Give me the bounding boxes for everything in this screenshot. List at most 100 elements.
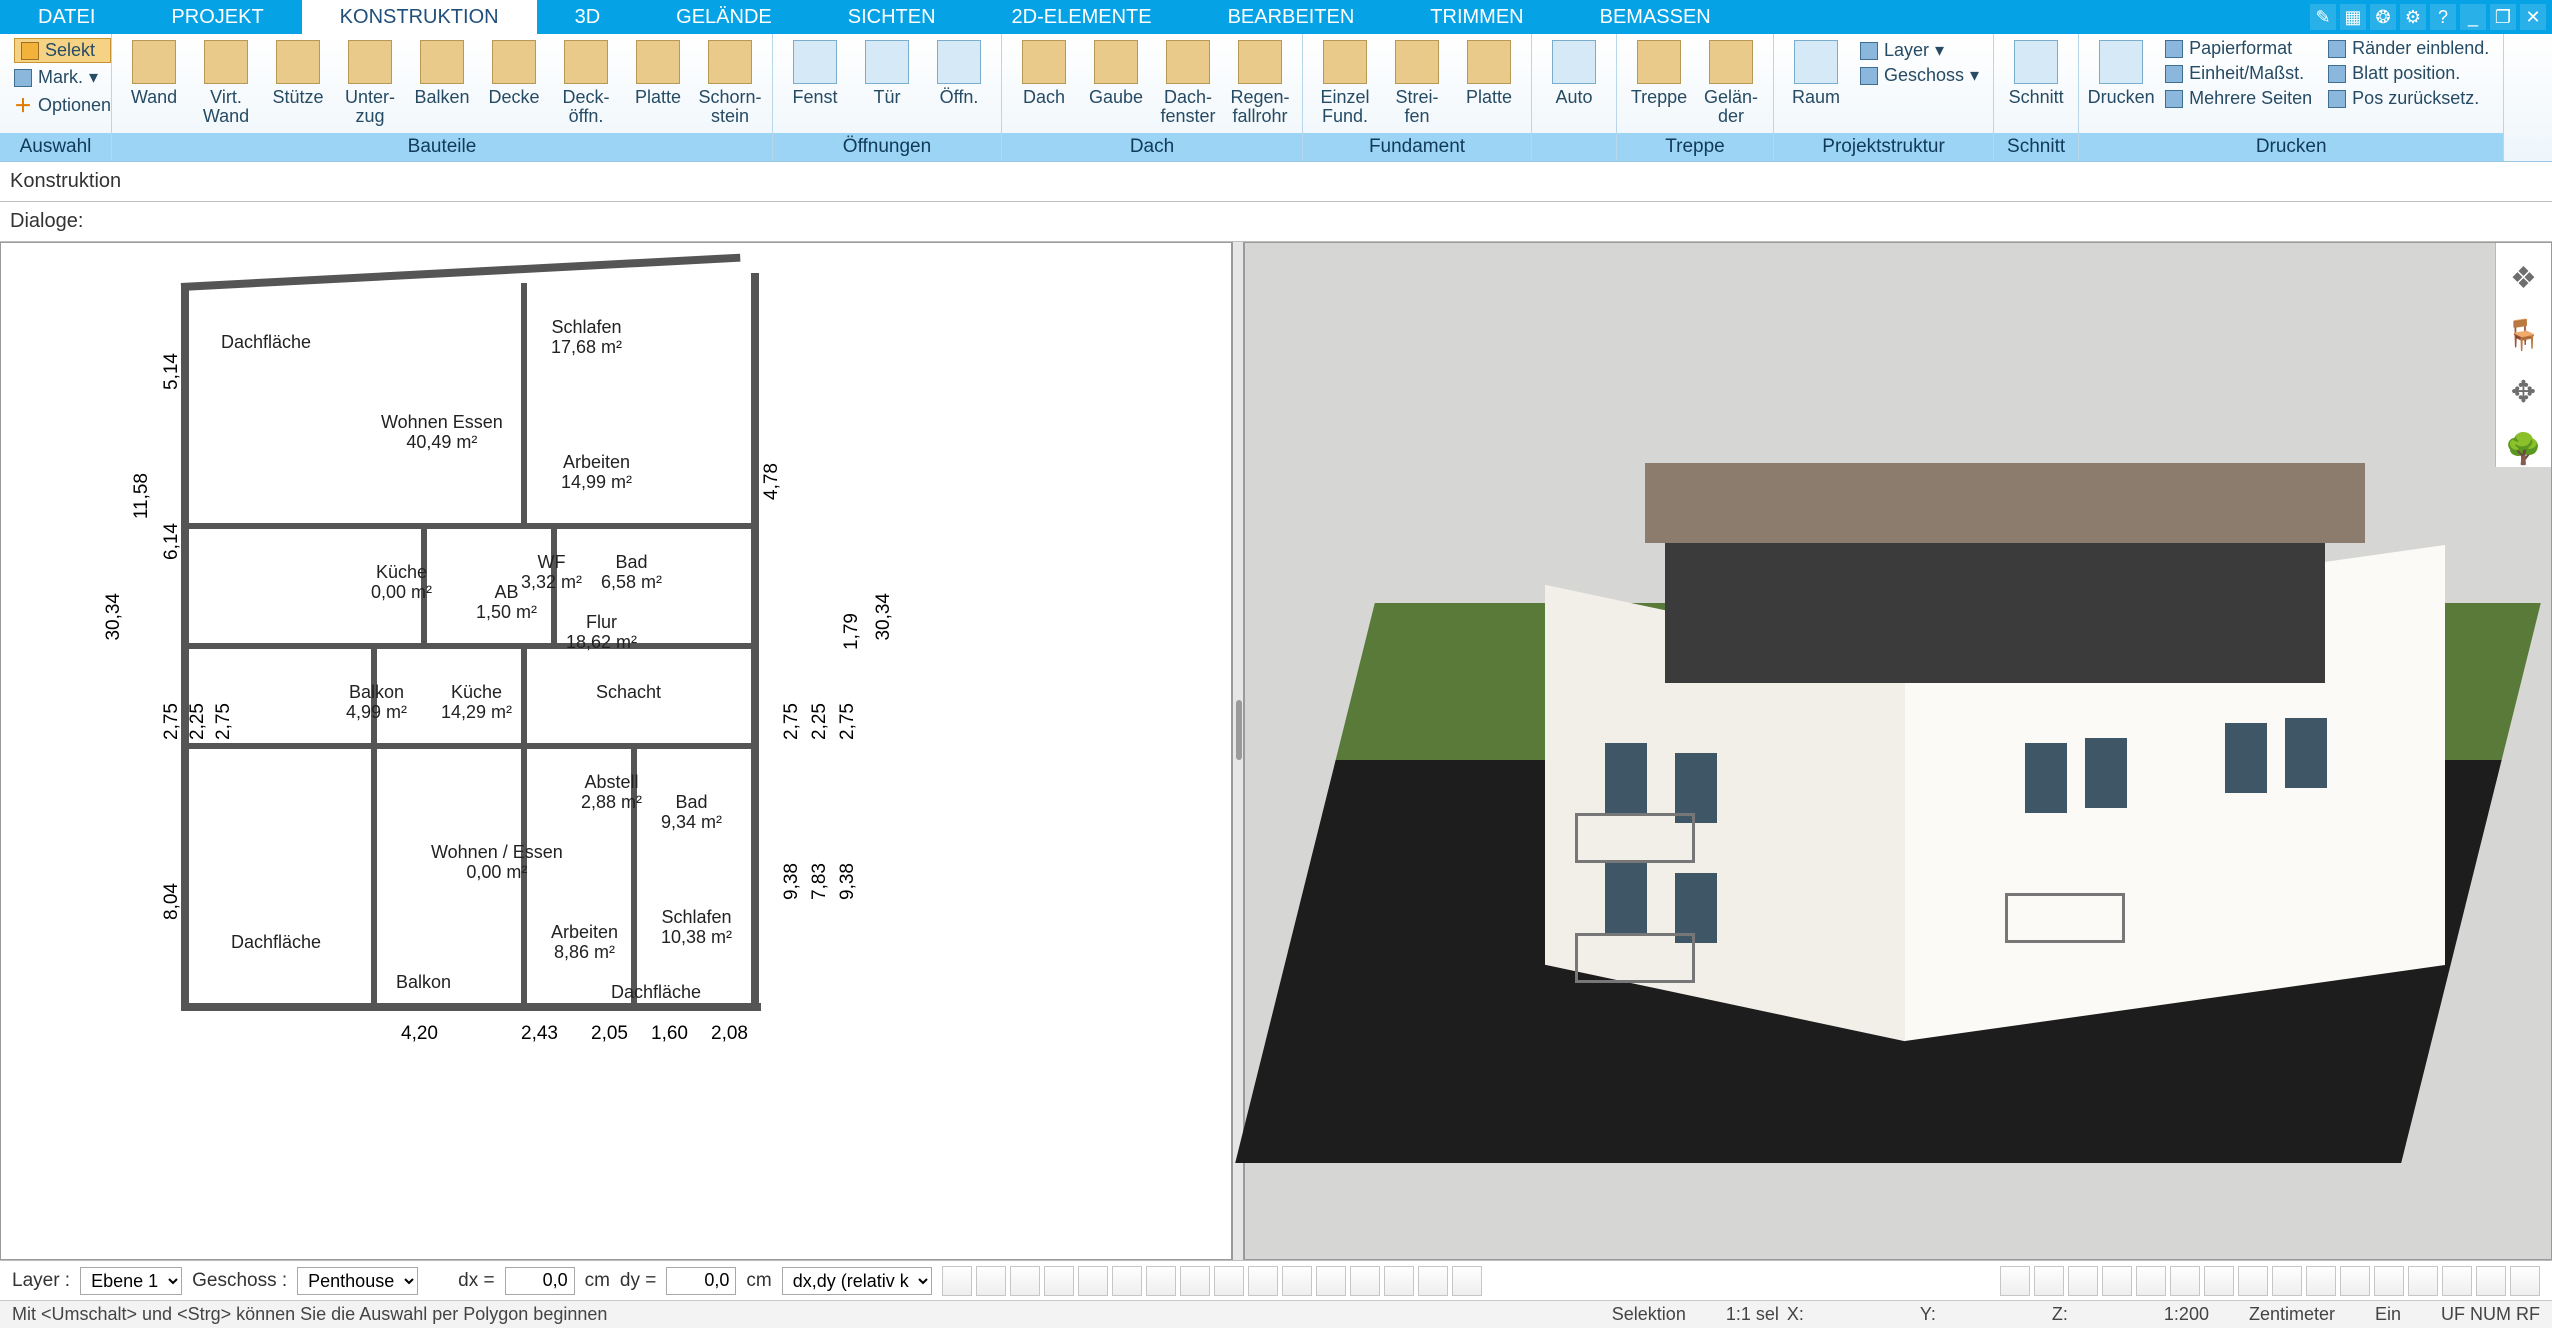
toolbar-icon[interactable]	[2408, 1266, 2438, 1296]
ribbon-st-tze-button[interactable]: Stütze	[262, 36, 334, 107]
furniture-icon[interactable]: 🪑	[2505, 318, 2542, 353]
ribbon-gaube-button[interactable]: Gaube	[1080, 36, 1152, 107]
ribbon-regen-fallrohr-button[interactable]: Regen- fallrohr	[1224, 36, 1296, 126]
ribbon-platte-button[interactable]: Platte	[622, 36, 694, 107]
geschoss-dropdown[interactable]: Geschoss ▾	[1860, 65, 1979, 86]
print-option[interactable]: Einheit/Maßst.	[2165, 63, 2312, 84]
help-icon[interactable]: ?	[2430, 4, 2456, 30]
print-option[interactable]: Papierformat	[2165, 38, 2312, 59]
toolbar-icon[interactable]	[2102, 1266, 2132, 1296]
layers-icon[interactable]: ❖	[2510, 261, 2537, 296]
tool-icon[interactable]: ✎	[2310, 4, 2336, 30]
ribbon-auto-button[interactable]: Auto	[1538, 36, 1610, 107]
room-label: AB 1,50 m²	[476, 583, 537, 623]
mark-button[interactable]: Mark. ▾	[14, 67, 111, 88]
tool-icon[interactable]: ⚙	[2400, 4, 2426, 30]
dimension-label: 4,78	[761, 463, 783, 500]
toolbar-icon[interactable]	[2204, 1266, 2234, 1296]
close-icon[interactable]: ✕	[2520, 4, 2546, 30]
ribbon-platte-button[interactable]: Platte	[1453, 36, 1525, 107]
print-option[interactable]: Pos zurücksetz.	[2328, 88, 2489, 109]
print-option[interactable]: Blatt position.	[2328, 63, 2489, 84]
tab-konstruktion[interactable]: KONSTRUKTION	[302, 0, 537, 34]
toolbar-icon[interactable]	[1248, 1266, 1278, 1296]
toolbar-icon[interactable]	[1282, 1266, 1312, 1296]
dy-input[interactable]	[666, 1267, 736, 1295]
ribbon-unter-zug-button[interactable]: Unter- zug	[334, 36, 406, 126]
toolbar-icon[interactable]	[2374, 1266, 2404, 1296]
toolbar-icon[interactable]	[2034, 1266, 2064, 1296]
ribbon-deck-ffn--button[interactable]: Deck- öffn.	[550, 36, 622, 126]
ribbon-raum-button[interactable]: Raum	[1780, 36, 1852, 107]
toolbar-icon[interactable]	[1214, 1266, 1244, 1296]
toolbar-icon[interactable]	[2000, 1266, 2030, 1296]
tab-bearbeiten[interactable]: BEARBEITEN	[1190, 0, 1393, 34]
toolbar-icon[interactable]	[1112, 1266, 1142, 1296]
toolbar-icon[interactable]	[2068, 1266, 2098, 1296]
tab-3d[interactable]: 3D	[537, 0, 639, 34]
tab-trimmen[interactable]: TRIMMEN	[1392, 0, 1561, 34]
tab-2d-elemente[interactable]: 2D-ELEMENTE	[974, 0, 1190, 34]
toolbar-icon[interactable]	[1180, 1266, 1210, 1296]
toolbar-icon[interactable]	[976, 1266, 1006, 1296]
selekt-button[interactable]: Selekt	[14, 38, 111, 63]
toolbar-icon[interactable]	[1044, 1266, 1074, 1296]
ribbon-treppe-button[interactable]: Treppe	[1623, 36, 1695, 107]
tab-datei[interactable]: DATEI	[0, 0, 133, 34]
model-3d-view[interactable]: ❖ 🪑 ✥ 🌳	[1244, 242, 2552, 1260]
toolbar-icon[interactable]	[1078, 1266, 1108, 1296]
minimize-icon[interactable]: _	[2460, 4, 2486, 30]
ribbon-schorn-stein-button[interactable]: Schorn- stein	[694, 36, 766, 126]
tab-sichten[interactable]: SICHTEN	[810, 0, 974, 34]
orbit-icon[interactable]: ✥	[2511, 375, 2536, 410]
coord-mode-select[interactable]: dx,dy (relativ ka	[782, 1267, 932, 1295]
tree-icon[interactable]: 🌳	[2505, 432, 2542, 467]
tab-projekt[interactable]: PROJEKT	[133, 0, 301, 34]
ribbon--ffn--button[interactable]: Öffn.	[923, 36, 995, 107]
toolbar-icon[interactable]	[1384, 1266, 1414, 1296]
toolbar-icon[interactable]	[2136, 1266, 2166, 1296]
restore-icon[interactable]: ❐	[2490, 4, 2516, 30]
tab-bemassen[interactable]: BEMASSEN	[1562, 0, 1749, 34]
toolbar-icon[interactable]	[942, 1266, 972, 1296]
toolbar-icon[interactable]	[2238, 1266, 2268, 1296]
toolbar-icon[interactable]	[2170, 1266, 2200, 1296]
toolbar-icon[interactable]	[1452, 1266, 1482, 1296]
view-splitter[interactable]	[1232, 242, 1244, 1260]
ribbon-schnitt-button[interactable]: Schnitt	[2000, 36, 2072, 107]
ribbon-wand-button[interactable]: Wand	[118, 36, 190, 107]
print-option[interactable]: Ränder einblend.	[2328, 38, 2489, 59]
toolbar-icon[interactable]	[2272, 1266, 2302, 1296]
layer-select[interactable]: Ebene 1	[80, 1267, 182, 1295]
ribbon-fenst-button[interactable]: Fenst	[779, 36, 851, 107]
ribbon-dach-button[interactable]: Dach	[1008, 36, 1080, 107]
toolbar-icon[interactable]	[2306, 1266, 2336, 1296]
toolbar-icon[interactable]	[2442, 1266, 2472, 1296]
dx-input[interactable]	[505, 1267, 575, 1295]
tab-gelände[interactable]: GELÄNDE	[638, 0, 810, 34]
toolbar-icon[interactable]	[1316, 1266, 1346, 1296]
tool-icon[interactable]: ▦	[2340, 4, 2366, 30]
toolbar-icon[interactable]	[2340, 1266, 2370, 1296]
ribbon-virt-wand-button[interactable]: Virt. Wand	[190, 36, 262, 126]
optionen-button[interactable]: ＋Optionen	[14, 92, 111, 118]
toolbar-icon[interactable]	[1146, 1266, 1176, 1296]
ribbon-t-r-button[interactable]: Tür	[851, 36, 923, 107]
ribbon-gel-n-der-button[interactable]: Gelän- der	[1695, 36, 1767, 126]
ribbon-strei-fen-button[interactable]: Strei- fen	[1381, 36, 1453, 126]
ribbon-balken-button[interactable]: Balken	[406, 36, 478, 107]
ribbon-decke-button[interactable]: Decke	[478, 36, 550, 107]
toolbar-icon[interactable]	[2476, 1266, 2506, 1296]
layer-dropdown[interactable]: Layer ▾	[1860, 40, 1979, 61]
ribbon-dach-fenster-button[interactable]: Dach- fenster	[1152, 36, 1224, 126]
toolbar-icon[interactable]	[1350, 1266, 1380, 1296]
tool-icon[interactable]: ❂	[2370, 4, 2396, 30]
floorplan-view[interactable]: DachflächeWohnen Essen 40,49 m²Schlafen …	[0, 242, 1232, 1260]
ribbon-drucken-button[interactable]: Drucken	[2085, 36, 2157, 107]
ribbon-einzel-fund--button[interactable]: Einzel Fund.	[1309, 36, 1381, 126]
print-option[interactable]: Mehrere Seiten	[2165, 88, 2312, 109]
toolbar-icon[interactable]	[1418, 1266, 1448, 1296]
geschoss-select[interactable]: Penthouse	[297, 1267, 418, 1295]
toolbar-icon[interactable]	[1010, 1266, 1040, 1296]
toolbar-icon[interactable]	[2510, 1266, 2540, 1296]
